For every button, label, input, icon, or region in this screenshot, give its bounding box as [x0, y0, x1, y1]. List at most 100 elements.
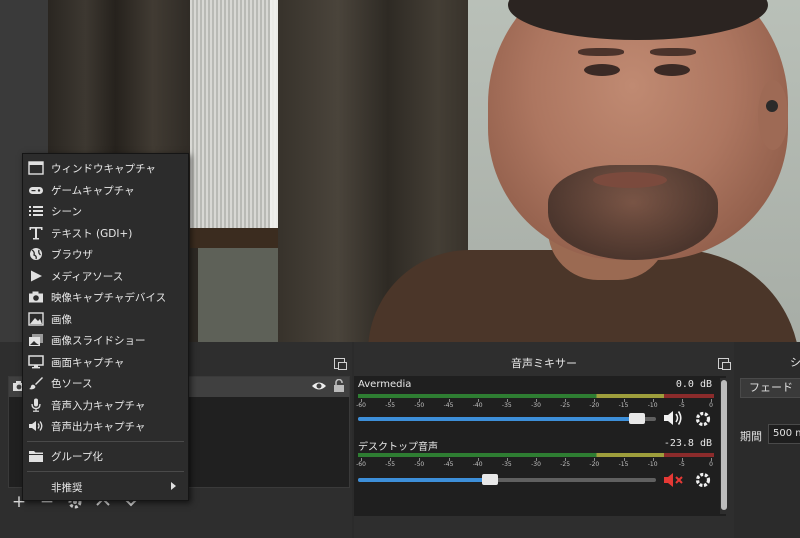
mixer-scrollbar[interactable] — [720, 378, 728, 514]
scale-label: -25 — [560, 461, 571, 468]
scale-label: -15 — [618, 461, 629, 468]
scale-label: -10 — [647, 461, 658, 468]
scale-label: 0 — [709, 402, 713, 409]
menu-item-scene[interactable]: シーン — [23, 201, 188, 222]
sources-undock-button[interactable] — [334, 358, 347, 370]
menu-item-text-gdi[interactable]: テキスト (GDI+) — [23, 223, 188, 244]
menu-item-label: 色ソース — [51, 378, 93, 390]
monitor-icon — [28, 354, 44, 368]
menu-item-label: ウィンドウキャプチャ — [51, 163, 156, 175]
scale-label: -40 — [472, 402, 483, 409]
channel-settings-gear-icon[interactable] — [694, 410, 712, 428]
scale-label: -55 — [385, 402, 396, 409]
duration-input[interactable]: 500 ms — [768, 424, 800, 444]
menu-item-display-capture[interactable]: 画面キャプチャ — [23, 352, 188, 373]
menu-item-color-source[interactable]: 色ソース — [23, 373, 188, 394]
microphone-icon — [31, 398, 41, 412]
scale-label: -10 — [647, 402, 658, 409]
speaker-icon[interactable] — [662, 409, 684, 427]
menu-item-audio-input-capture[interactable]: 音声入力キャプチャ — [23, 395, 188, 416]
volume-slider-fill — [358, 478, 490, 482]
gamepad-icon — [29, 186, 43, 194]
eye-left — [584, 64, 620, 76]
list-icon — [29, 206, 43, 216]
menu-separator — [27, 441, 184, 442]
visibility-eye-icon[interactable] — [311, 380, 327, 392]
volume-slider-fill — [358, 417, 637, 421]
camera-icon — [29, 291, 43, 303]
lock-icon[interactable] — [333, 379, 345, 393]
person-mouth — [593, 172, 667, 188]
duration-label: 期間 — [740, 430, 762, 443]
scene-transitions-dock: シ フェード 期間 500 ms — [736, 342, 800, 538]
menu-item-label: グループ化 — [51, 451, 103, 463]
slideshow-icon — [29, 334, 43, 346]
window-icon — [28, 161, 44, 175]
menu-separator — [27, 471, 184, 472]
muted-speaker-icon[interactable] — [662, 471, 684, 489]
scale-label: -30 — [531, 461, 541, 468]
scale-label: -20 — [589, 461, 600, 468]
audio-mixer-dock: 音声ミキサー Avermedia 0.0 dB -60 -55 -50 -45 -40-… — [354, 342, 734, 538]
audio-undock-button[interactable] — [718, 358, 731, 370]
menu-item-group[interactable]: グループ化 — [23, 446, 188, 467]
menu-item-image-slideshow[interactable]: 画像スライドショー — [23, 330, 188, 351]
transition-select[interactable]: フェード — [740, 378, 800, 398]
folder-icon — [29, 451, 43, 462]
menu-item-label: テキスト (GDI+) — [51, 227, 133, 240]
menu-item-game-capture[interactable]: ゲームキャプチャ — [23, 180, 188, 201]
menu-item-audio-output-capture[interactable]: 音声出力キャプチャ — [23, 416, 188, 437]
person-ear — [758, 80, 788, 150]
menu-item-label: ゲームキャプチャ — [51, 184, 135, 197]
scale-label: -15 — [618, 402, 629, 409]
volume-slider[interactable] — [358, 413, 656, 424]
channel-db: -23.8 dB — [663, 438, 712, 449]
menu-item-image[interactable]: 画像 — [23, 309, 188, 330]
scale-label: -50 — [414, 461, 425, 468]
image-icon — [28, 311, 44, 326]
eyebrow-left — [578, 48, 624, 56]
scale-label: -35 — [501, 461, 512, 468]
scale-label: 0 — [709, 461, 713, 468]
volume-slider[interactable] — [358, 474, 656, 485]
add-source-context-menu: ウィンドウキャプチャ ゲームキャプチャ シーン テキスト (GDI+) ブラウザ… — [22, 153, 189, 501]
meter-scale: -60 -55 -50 -45 -40 -35 -30 -25 -20 -15 -10 -5 0 — [356, 399, 714, 413]
channel-name: Avermedia — [358, 379, 412, 390]
menu-item-label: 画像 — [51, 313, 72, 326]
scale-label: -60 — [356, 402, 366, 409]
menu-item-label: シーン — [51, 206, 82, 218]
scale-label: -5 — [678, 402, 685, 409]
scale-label: -45 — [443, 461, 454, 468]
audio-mixer-title: 音声ミキサー — [511, 357, 577, 370]
menu-item-label: 映像キャプチャデバイス — [51, 292, 167, 304]
menu-item-deprecated[interactable]: 非推奨 — [23, 477, 188, 498]
scale-label: -55 — [385, 461, 396, 468]
menu-item-window-capture[interactable]: ウィンドウキャプチャ — [23, 158, 188, 179]
volume-meter — [358, 394, 714, 398]
globe-icon — [30, 248, 42, 260]
play-icon — [31, 270, 42, 281]
channel-db: 0.0 dB — [675, 379, 712, 390]
scale-label: -35 — [501, 402, 512, 409]
earbud — [766, 100, 778, 112]
volume-slider-handle[interactable] — [629, 413, 645, 424]
scale-label: -30 — [531, 402, 541, 409]
menu-item-browser[interactable]: ブラウザ — [23, 244, 188, 265]
channel-settings-gear-icon[interactable] — [694, 471, 712, 489]
menu-item-label: 音声入力キャプチャ — [51, 399, 146, 412]
scale-label: -20 — [589, 402, 600, 409]
transitions-title: シ — [790, 356, 800, 369]
scale-label: -45 — [443, 402, 454, 409]
menu-item-label: ブラウザ — [51, 249, 93, 261]
scale-label: -25 — [560, 402, 571, 409]
scale-label: -40 — [472, 461, 483, 468]
volume-slider-handle[interactable] — [482, 474, 498, 485]
text-icon — [29, 226, 43, 239]
scale-label: -50 — [414, 402, 425, 409]
menu-item-label: 音声出力キャプチャ — [51, 421, 146, 433]
submenu-arrow-icon — [171, 482, 176, 490]
eyebrow-right — [650, 48, 696, 56]
menu-item-video-capture-device[interactable]: 映像キャプチャデバイス — [23, 287, 188, 308]
menu-item-media-source[interactable]: メディアソース — [23, 266, 188, 287]
eye-right — [654, 64, 690, 76]
